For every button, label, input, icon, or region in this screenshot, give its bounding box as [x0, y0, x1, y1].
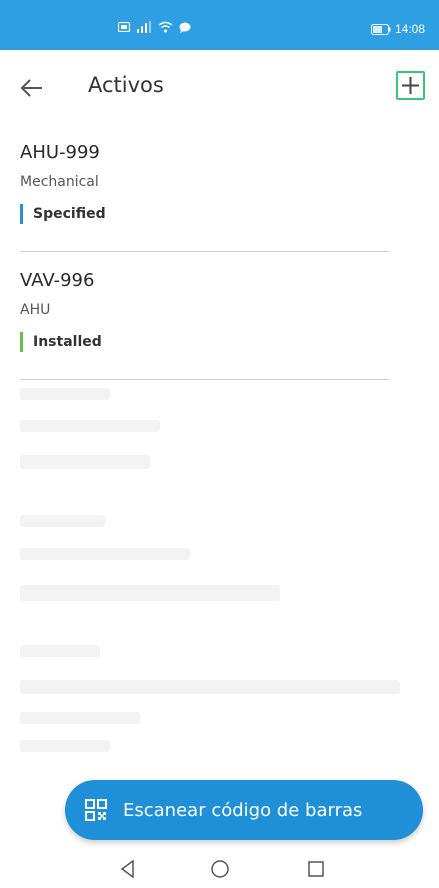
status-indicator: Installed — [20, 332, 102, 352]
asset-item[interactable]: AHU-999 Mechanical Specified — [0, 124, 439, 252]
scan-barcode-button[interactable]: Escanear código de barras — [65, 780, 423, 840]
asset-type: AHU — [20, 302, 51, 318]
status-label: Specified — [33, 206, 106, 222]
page-title: Activos — [88, 73, 164, 97]
app-bar: Activos — [0, 50, 439, 124]
signal-icon — [137, 21, 151, 33]
battery-icon — [370, 23, 391, 35]
system-nav-bar — [0, 848, 439, 888]
qr-code-icon — [85, 799, 107, 821]
asset-list: AHU-999 Mechanical Specified VAV-996 AHU… — [0, 124, 439, 380]
scan-barcode-label: Escanear código de barras — [123, 799, 363, 821]
status-right: 14:08 — [370, 22, 425, 36]
divider — [20, 379, 389, 380]
sim-icon — [118, 22, 130, 32]
asset-name: AHU-999 — [20, 142, 100, 163]
asset-item[interactable]: VAV-996 AHU Installed — [0, 252, 439, 380]
home-circle-icon[interactable] — [209, 858, 231, 880]
status-color-bar — [20, 204, 23, 224]
status-bar: 14:08 — [0, 0, 439, 50]
wifi-icon — [158, 21, 173, 33]
add-asset-button[interactable] — [396, 71, 425, 100]
asset-name: VAV-996 — [20, 270, 95, 291]
back-triangle-icon[interactable] — [117, 858, 139, 880]
status-color-bar — [20, 332, 23, 352]
back-arrow-icon[interactable] — [18, 74, 46, 102]
asset-type: Mechanical — [20, 174, 99, 190]
status-icons — [118, 21, 191, 33]
chat-icon — [179, 22, 191, 33]
status-indicator: Specified — [20, 204, 106, 224]
recents-square-icon[interactable] — [305, 858, 327, 880]
status-label: Installed — [33, 334, 102, 350]
plus-icon — [402, 77, 419, 94]
status-time: 14:08 — [394, 22, 425, 36]
